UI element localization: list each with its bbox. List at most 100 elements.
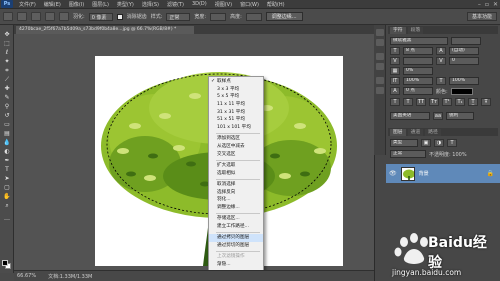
menu-item-101x101-average[interactable]: 101 x 101 平均 — [209, 124, 263, 132]
more-tools-icon[interactable]: … — [3, 215, 11, 222]
faux-bold-icon[interactable]: T — [390, 98, 400, 106]
properties-panel-icon[interactable] — [376, 39, 384, 46]
shape-tool-icon[interactable]: ▢ — [3, 184, 11, 191]
clone-stamp-tool-icon[interactable]: ⚲ — [3, 103, 11, 110]
menu-item-sample-point[interactable]: ✓ 取样点 — [209, 78, 263, 86]
gradient-tool-icon[interactable]: ▤ — [3, 130, 11, 137]
baseline-input[interactable]: 0 点 — [403, 87, 433, 95]
layer-kind-select[interactable]: 类型 — [390, 139, 418, 147]
opacity-control[interactable]: 不透明度: 100% — [429, 151, 467, 158]
menu-item-51x51-average[interactable]: 51 x 51 平均 — [209, 116, 263, 124]
language-select[interactable]: 美国英语 — [390, 112, 430, 120]
vertical-scale-input[interactable]: 100% — [403, 77, 433, 85]
zoom-level[interactable]: 66.67% — [17, 273, 36, 279]
lasso-tool-icon[interactable]: ℓ — [3, 49, 11, 56]
visibility-eye-icon[interactable]: 👁 — [389, 170, 397, 177]
paragraph-panel-icon[interactable] — [376, 63, 384, 70]
add-to-selection-icon[interactable] — [31, 12, 41, 21]
menu-3d[interactable]: 3D(D) — [188, 1, 211, 7]
kerning-input[interactable] — [403, 57, 433, 65]
eyedropper-tool-icon[interactable]: ⟋ — [3, 76, 11, 83]
foreground-color-swatch[interactable] — [2, 260, 8, 266]
hand-tool-icon[interactable]: ✋ — [3, 193, 11, 200]
menu-item-add-to-selection[interactable]: 添加到选区 — [209, 135, 263, 143]
crop-tool-icon[interactable]: ⌗ — [3, 67, 11, 74]
close-icon[interactable]: ✕ — [493, 1, 498, 8]
menu-filter[interactable]: 滤镜(T) — [163, 1, 188, 8]
eraser-tool-icon[interactable]: ▭ — [3, 121, 11, 128]
healing-brush-tool-icon[interactable]: ✚ — [3, 85, 11, 92]
tsume-input[interactable]: 0% — [403, 67, 433, 75]
magic-wand-tool-icon[interactable]: ✦ — [3, 58, 11, 65]
font-family-select[interactable]: 微软雅黑 — [390, 37, 448, 45]
font-style-select[interactable] — [451, 37, 481, 45]
tab-channels[interactable]: 通道 — [407, 129, 424, 136]
menu-item-5x5-average[interactable]: 5 x 5 平均 — [209, 93, 263, 101]
tab-paths[interactable]: 路径 — [425, 129, 441, 136]
underline-icon[interactable]: T̲ — [468, 98, 478, 106]
document-tab[interactable]: 4270bcae_2f5f67a7b5d09a_s73bd9f0b4a8e...… — [16, 26, 194, 34]
menu-item-subtract-from-selection[interactable]: 从选区中减去 — [209, 143, 263, 151]
minimize-icon[interactable]: – — [478, 1, 481, 8]
subtract-selection-icon[interactable] — [45, 12, 55, 21]
menu-item-feather[interactable]: 羽化... — [209, 196, 263, 204]
marquee-tool-icon[interactable]: ⬚ — [3, 40, 11, 47]
menu-select[interactable]: 选择(S) — [138, 1, 163, 8]
strikethrough-icon[interactable]: Ŧ — [481, 98, 491, 106]
feather-input[interactable]: 0 像素 — [88, 12, 113, 21]
subscript-icon[interactable]: T₁ — [455, 98, 465, 106]
faux-italic-icon[interactable]: T — [403, 98, 413, 106]
menu-edit[interactable]: 编辑(E) — [40, 1, 65, 8]
superscript-icon[interactable]: T¹ — [442, 98, 452, 106]
move-tool-icon[interactable]: ✥ — [3, 31, 11, 38]
history-panel-icon[interactable] — [376, 29, 384, 36]
horizontal-scale-input[interactable]: 100% — [449, 77, 479, 85]
menu-image[interactable]: 图像(I) — [65, 1, 88, 8]
style-select[interactable]: 正常 — [166, 12, 191, 21]
menu-item-similar[interactable]: 选取相似 — [209, 170, 263, 178]
menu-item-31x31-average[interactable]: 31 x 31 平均 — [209, 109, 263, 117]
tab-layers[interactable]: 图层 — [390, 129, 406, 136]
menu-item-save-selection[interactable]: 存储选区... — [209, 215, 263, 223]
type-tool-icon[interactable]: T — [3, 166, 11, 173]
menu-item-fade[interactable]: 渐隐... — [209, 261, 263, 269]
font-size-input[interactable]: 8 点 — [403, 47, 433, 55]
workspace-switcher[interactable]: 基本功能 — [466, 12, 497, 21]
path-selection-tool-icon[interactable]: ➤ — [3, 175, 11, 182]
filter-adjust-icon[interactable]: ◑ — [434, 139, 444, 147]
menu-window[interactable]: 窗口(W) — [236, 1, 263, 8]
new-selection-icon[interactable] — [17, 12, 27, 21]
menu-item-11x11-average[interactable]: 11 x 11 平均 — [209, 101, 263, 109]
tab-character[interactable]: 字符 — [390, 27, 406, 34]
menu-layer[interactable]: 图层(L) — [88, 1, 113, 8]
menu-item-refine-edge[interactable]: 调整边缘... — [209, 204, 263, 212]
menu-file[interactable]: 文件(F) — [15, 1, 40, 8]
menu-item-intersect-selection[interactable]: 交叉选区 — [209, 151, 263, 159]
zoom-tool-icon[interactable]: ⌕ — [3, 202, 11, 209]
brush-tool-icon[interactable]: ✎ — [3, 94, 11, 101]
tab-paragraph[interactable]: 段落 — [407, 27, 424, 34]
refine-edge-button[interactable]: 调整边缘... — [265, 12, 303, 21]
menu-item-deselect[interactable]: 取消选择 — [209, 181, 263, 189]
width-input[interactable] — [210, 12, 227, 21]
menu-item-make-work-path[interactable]: 建立工作路径... — [209, 223, 263, 231]
filter-pixel-icon[interactable]: ▣ — [421, 139, 431, 147]
swatches-panel-icon[interactable] — [376, 77, 384, 84]
menu-help[interactable]: 帮助(H) — [263, 1, 289, 8]
navigator-panel-icon[interactable] — [376, 87, 384, 94]
blur-tool-icon[interactable]: 💧 — [3, 139, 11, 146]
intersect-selection-icon[interactable] — [59, 12, 69, 21]
pen-tool-icon[interactable]: ✒ — [3, 157, 11, 164]
small-caps-icon[interactable]: Tт — [429, 98, 439, 106]
text-color-swatch[interactable] — [450, 87, 473, 95]
menu-type[interactable]: 类型(Y) — [113, 1, 138, 8]
leading-input[interactable]: (自动) — [449, 47, 479, 55]
menu-item-grow[interactable]: 扩大选取 — [209, 162, 263, 170]
menu-item-layer-via-cut[interactable]: 通过剪切的图层 — [209, 242, 263, 250]
tracking-input[interactable]: 0 — [449, 57, 479, 65]
filter-type-icon[interactable]: T — [447, 139, 457, 147]
all-caps-icon[interactable]: TT — [416, 98, 426, 106]
character-panel-icon[interactable] — [376, 53, 384, 60]
antialias-checkbox[interactable] — [116, 13, 123, 20]
canvas-area[interactable] — [14, 34, 374, 270]
